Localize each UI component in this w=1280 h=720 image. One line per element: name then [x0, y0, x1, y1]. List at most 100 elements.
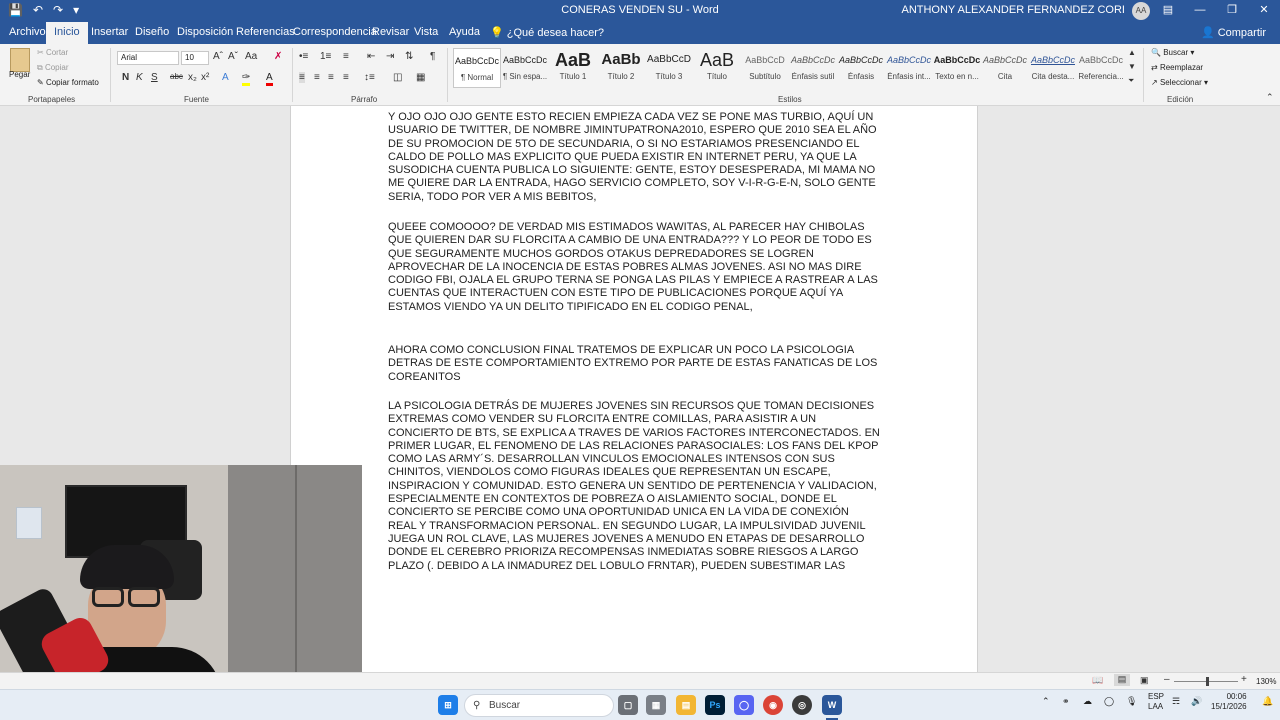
user-name[interactable]: ANTHONY ALEXANDER FERNANDEZ CORI	[901, 4, 1125, 16]
italic-icon[interactable]: K	[136, 72, 143, 83]
borders-icon[interactable]: ▦	[416, 72, 425, 83]
align-center-icon[interactable]: ≡	[314, 72, 320, 83]
volume-icon[interactable]: 🔊	[1191, 696, 1202, 707]
underline-icon[interactable]: S	[151, 72, 158, 83]
clear-formatting-icon[interactable]: ✗	[274, 51, 282, 62]
read-mode-icon[interactable]: 📖	[1092, 675, 1103, 686]
tab-inicio[interactable]: Inicio	[46, 22, 88, 44]
paste-icon[interactable]	[10, 48, 30, 72]
maximize-icon[interactable]: ❐	[1216, 0, 1248, 22]
subscript-icon[interactable]: x₂	[188, 72, 197, 83]
avatar[interactable]: AA	[1132, 2, 1150, 20]
superscript-icon[interactable]: x²	[201, 72, 209, 83]
align-left-icon[interactable]: ≡	[299, 72, 305, 83]
clock[interactable]: 00:06 15/1/2026	[1211, 692, 1247, 712]
zoom-in-icon[interactable]: +	[1241, 674, 1247, 685]
task-view-icon[interactable]: ▢	[618, 695, 638, 715]
tab-insertar[interactable]: Insertar	[91, 26, 128, 38]
style-subtle-emphasis[interactable]: AaBbCcDc Énfasis sutil	[789, 48, 837, 88]
tab-diseno[interactable]: Diseño	[135, 26, 169, 38]
chrome-icon[interactable]: ◉	[763, 695, 783, 715]
bullets-icon[interactable]: •≡	[299, 51, 308, 62]
app-icon[interactable]: ▦	[646, 695, 666, 715]
style-heading-3[interactable]: AaBbCcD Título 3	[645, 48, 693, 88]
tab-ayuda[interactable]: Ayuda	[449, 26, 480, 38]
tell-me-box[interactable]: 💡 ¿Qué desea hacer?	[490, 26, 604, 39]
taskbar-search[interactable]: ⚲ Buscar	[464, 694, 614, 717]
select-button[interactable]: ↗ Seleccionar ▾	[1151, 78, 1208, 87]
style-subtitle[interactable]: AaBbCcD Subtítulo	[741, 48, 789, 88]
minimize-icon[interactable]: —	[1184, 0, 1216, 22]
style-normal[interactable]: AaBbCcDc ¶ Normal	[453, 48, 501, 88]
share-button[interactable]: 👤 Compartir	[1201, 26, 1266, 39]
notifications-icon[interactable]: 🔔	[1262, 696, 1273, 707]
photoshop-icon[interactable]: Ps	[705, 695, 725, 715]
shrink-font-icon[interactable]: Aˇ	[228, 51, 238, 62]
wifi-icon[interactable]: ☴	[1172, 696, 1180, 707]
justify-icon[interactable]: ≡	[343, 72, 349, 83]
collapse-ribbon-icon[interactable]: ⌃	[1266, 92, 1274, 103]
print-layout-icon[interactable]: ▤	[1114, 674, 1130, 686]
find-button[interactable]: 🔍 Buscar ▾	[1151, 48, 1194, 57]
style-intense-emphasis[interactable]: AaBbCcDc Énfasis int...	[885, 48, 933, 88]
tab-vista[interactable]: Vista	[414, 26, 438, 38]
line-spacing-icon[interactable]: ↕≡	[364, 72, 375, 83]
increase-indent-icon[interactable]: ⇥	[386, 51, 394, 62]
style-intense-quote[interactable]: AaBbCcDc Cita desta...	[1029, 48, 1077, 88]
paragraph-4[interactable]: LA PSICOLOGIA DETRÁS DE MUJERES JOVENES …	[388, 400, 880, 573]
discord-icon[interactable]: ◯	[734, 695, 754, 715]
style-heading-1[interactable]: AaB Título 1	[549, 48, 597, 88]
ribbon-display-icon[interactable]: ▤	[1152, 0, 1184, 22]
web-layout-icon[interactable]: ▣	[1140, 675, 1149, 686]
style-emphasis[interactable]: AaBbCcDc Énfasis	[837, 48, 885, 88]
obs-icon[interactable]: ◎	[792, 695, 812, 715]
format-painter-button[interactable]: ✎ Copiar formato	[37, 78, 99, 87]
shading-icon[interactable]: ◫	[393, 72, 402, 83]
onedrive-icon[interactable]: ☁	[1083, 696, 1092, 707]
style-no-spacing[interactable]: AaBbCcDc ¶ Sin espa...	[501, 48, 549, 88]
grow-font-icon[interactable]: Aˆ	[213, 51, 223, 62]
cut-button[interactable]: ✂ Cortar	[37, 48, 68, 57]
close-icon[interactable]: ✕	[1248, 0, 1280, 22]
sort-icon[interactable]: ⇅	[405, 51, 413, 62]
style-title[interactable]: AaB Título	[693, 48, 741, 88]
zoom-slider-thumb[interactable]	[1206, 677, 1209, 686]
numbering-icon[interactable]: 1≡	[320, 51, 331, 62]
file-explorer-icon[interactable]: ▤	[676, 695, 696, 715]
paste-button[interactable]: Pegar	[9, 70, 30, 79]
strikethrough-icon[interactable]: abc	[170, 72, 183, 81]
multilevel-list-icon[interactable]: ≡	[343, 51, 349, 62]
security-icon[interactable]: ◯	[1104, 696, 1114, 707]
zoom-out-icon[interactable]: –	[1164, 674, 1170, 685]
align-right-icon[interactable]: ≡	[328, 72, 334, 83]
style-heading-2[interactable]: AaBb Título 2	[597, 48, 645, 88]
styles-scroll-down-icon[interactable]: ▼	[1128, 62, 1136, 71]
tray-overflow-icon[interactable]: ⌃	[1042, 696, 1050, 707]
show-formatting-icon[interactable]: ¶	[430, 51, 435, 62]
bold-icon[interactable]: N	[122, 72, 129, 83]
font-color-icon[interactable]: A	[266, 72, 273, 86]
word-icon[interactable]: W	[822, 695, 842, 715]
text-effects-icon[interactable]: A	[222, 72, 229, 83]
zoom-level[interactable]: 130%	[1256, 677, 1276, 686]
tab-archivo[interactable]: Archivo	[9, 26, 46, 38]
font-size-box[interactable]: 10	[181, 51, 209, 65]
tab-correspondencia[interactable]: Correspondencia	[293, 26, 377, 38]
style-subtle-reference[interactable]: AaBbCcDc Referencia...	[1077, 48, 1125, 88]
tab-referencias[interactable]: Referencias	[236, 26, 295, 38]
paragraph-1[interactable]: Y OJO OJO OJO GENTE ESTO RECIEN EMPIEZA …	[388, 111, 880, 204]
change-case-icon[interactable]: Aa	[245, 51, 257, 62]
style-strong[interactable]: AaBbCcDc Texto en n...	[933, 48, 981, 88]
microphone-icon[interactable]: 🎙	[1126, 696, 1137, 707]
font-name-box[interactable]: Arial	[117, 51, 179, 65]
styles-more-icon[interactable]: ⏷	[1128, 76, 1134, 86]
language-indicator[interactable]: ESP LAA	[1148, 692, 1164, 712]
tab-disposicion[interactable]: Disposición	[177, 26, 233, 38]
style-quote[interactable]: AaBbCcDc Cita	[981, 48, 1029, 88]
copy-button[interactable]: ⧉ Copiar	[37, 63, 69, 73]
decrease-indent-icon[interactable]: ⇤	[367, 51, 375, 62]
replace-button[interactable]: ⇄ Reemplazar	[1151, 63, 1203, 72]
network-app-icon[interactable]: ⚭	[1062, 696, 1070, 707]
styles-scroll-up-icon[interactable]: ▲	[1128, 48, 1136, 57]
tab-revisar[interactable]: Revisar	[372, 26, 409, 38]
